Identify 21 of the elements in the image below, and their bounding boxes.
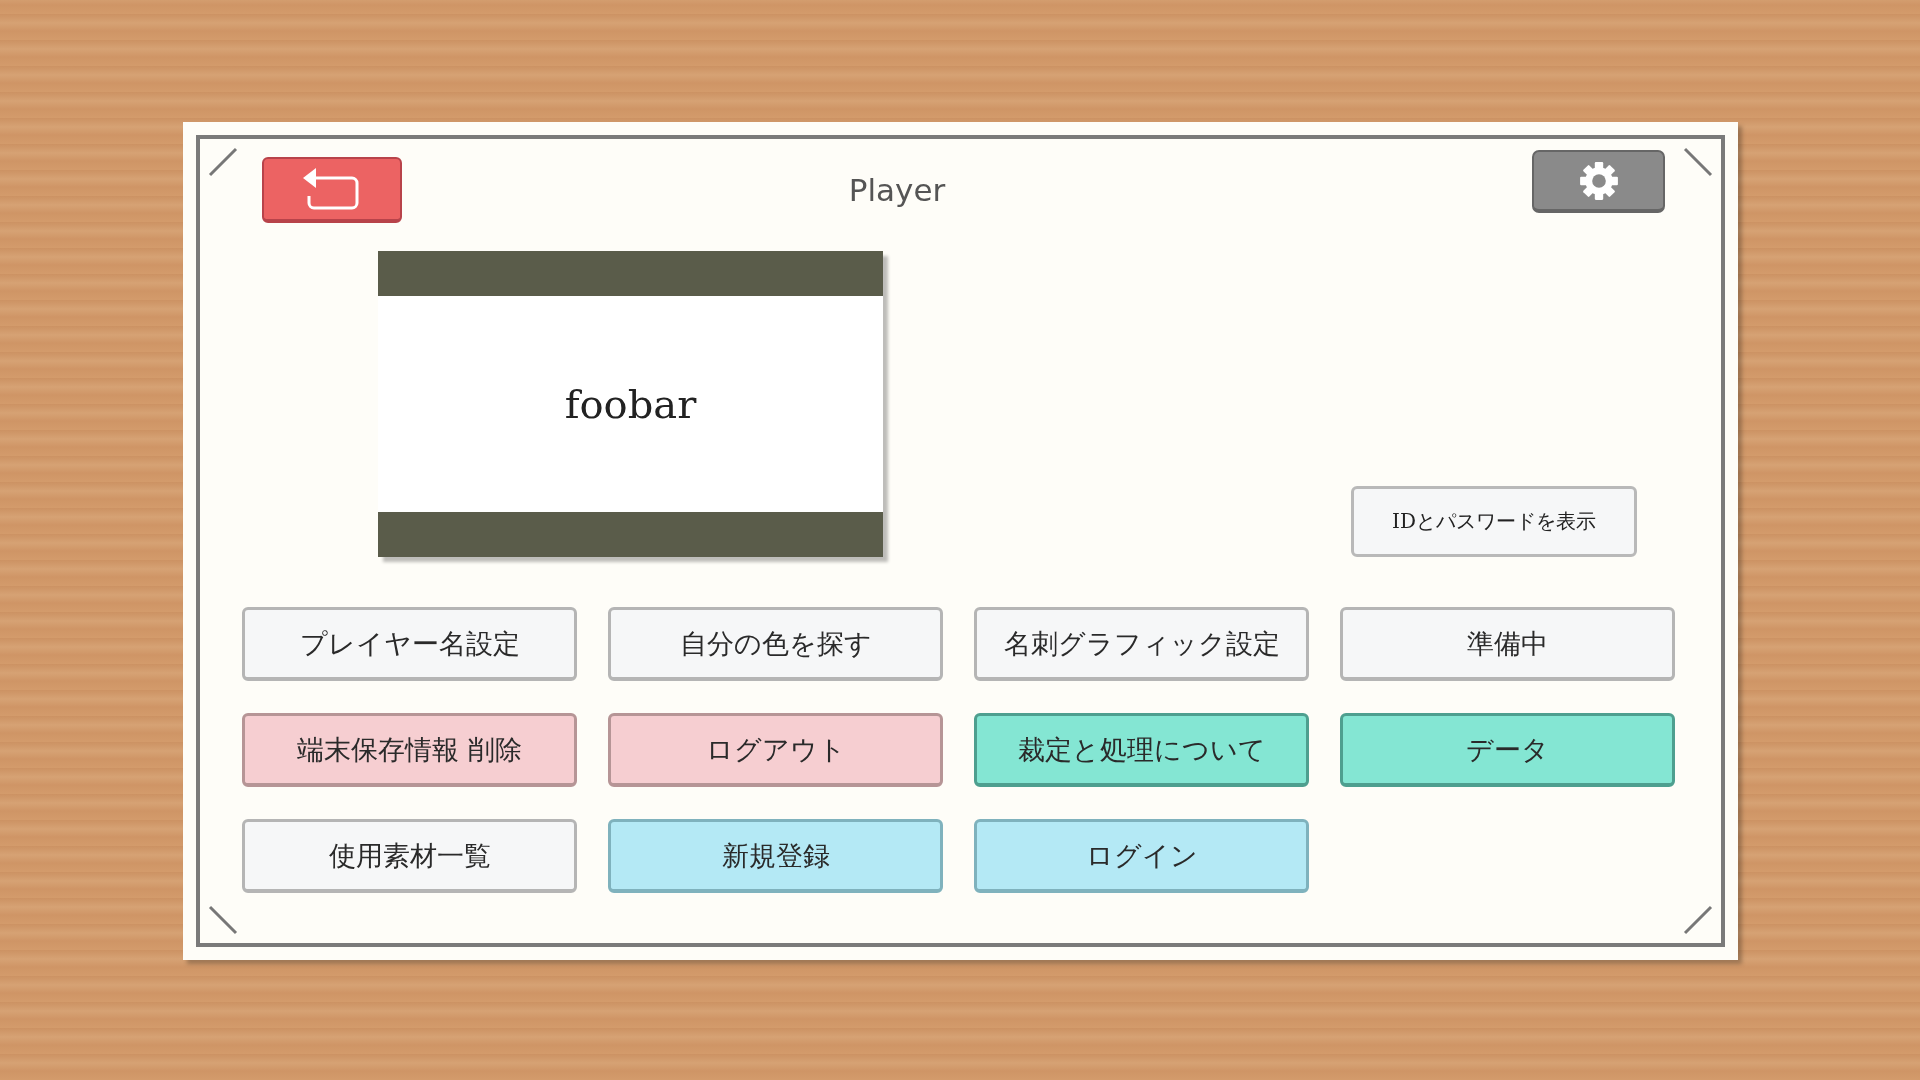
menu-button[interactable]: ログアウト — [608, 713, 943, 787]
menu-button[interactable]: 使用素材一覧 — [242, 819, 577, 893]
menu-button[interactable]: 新規登録 — [608, 819, 943, 893]
menu-button[interactable]: 自分の色を探す — [608, 607, 943, 681]
player-name: foobar — [563, 380, 698, 429]
menu-button[interactable]: 裁定と処理について — [974, 713, 1309, 787]
menu-button[interactable]: 名刺グラフィック設定 — [974, 607, 1309, 681]
corner-line-icon — [208, 905, 238, 935]
back-button[interactable] — [262, 157, 402, 223]
screen-title: Player — [847, 171, 947, 208]
menu-button[interactable]: ログイン — [974, 819, 1309, 893]
settings-button[interactable] — [1532, 150, 1665, 213]
menu-button[interactable]: プレイヤー名設定 — [242, 607, 577, 681]
settings-icon — [1577, 159, 1620, 202]
menu-button[interactable]: データ — [1340, 713, 1675, 787]
corner-line-icon — [1683, 905, 1713, 935]
menu-button[interactable]: 端末保存情報 削除 — [242, 713, 577, 787]
show-credentials-button[interactable]: IDとパスワードを表示 — [1351, 486, 1637, 557]
corner-line-icon — [1683, 147, 1713, 177]
corner-line-icon — [208, 147, 238, 177]
menu-button[interactable]: 準備中 — [1340, 607, 1675, 681]
